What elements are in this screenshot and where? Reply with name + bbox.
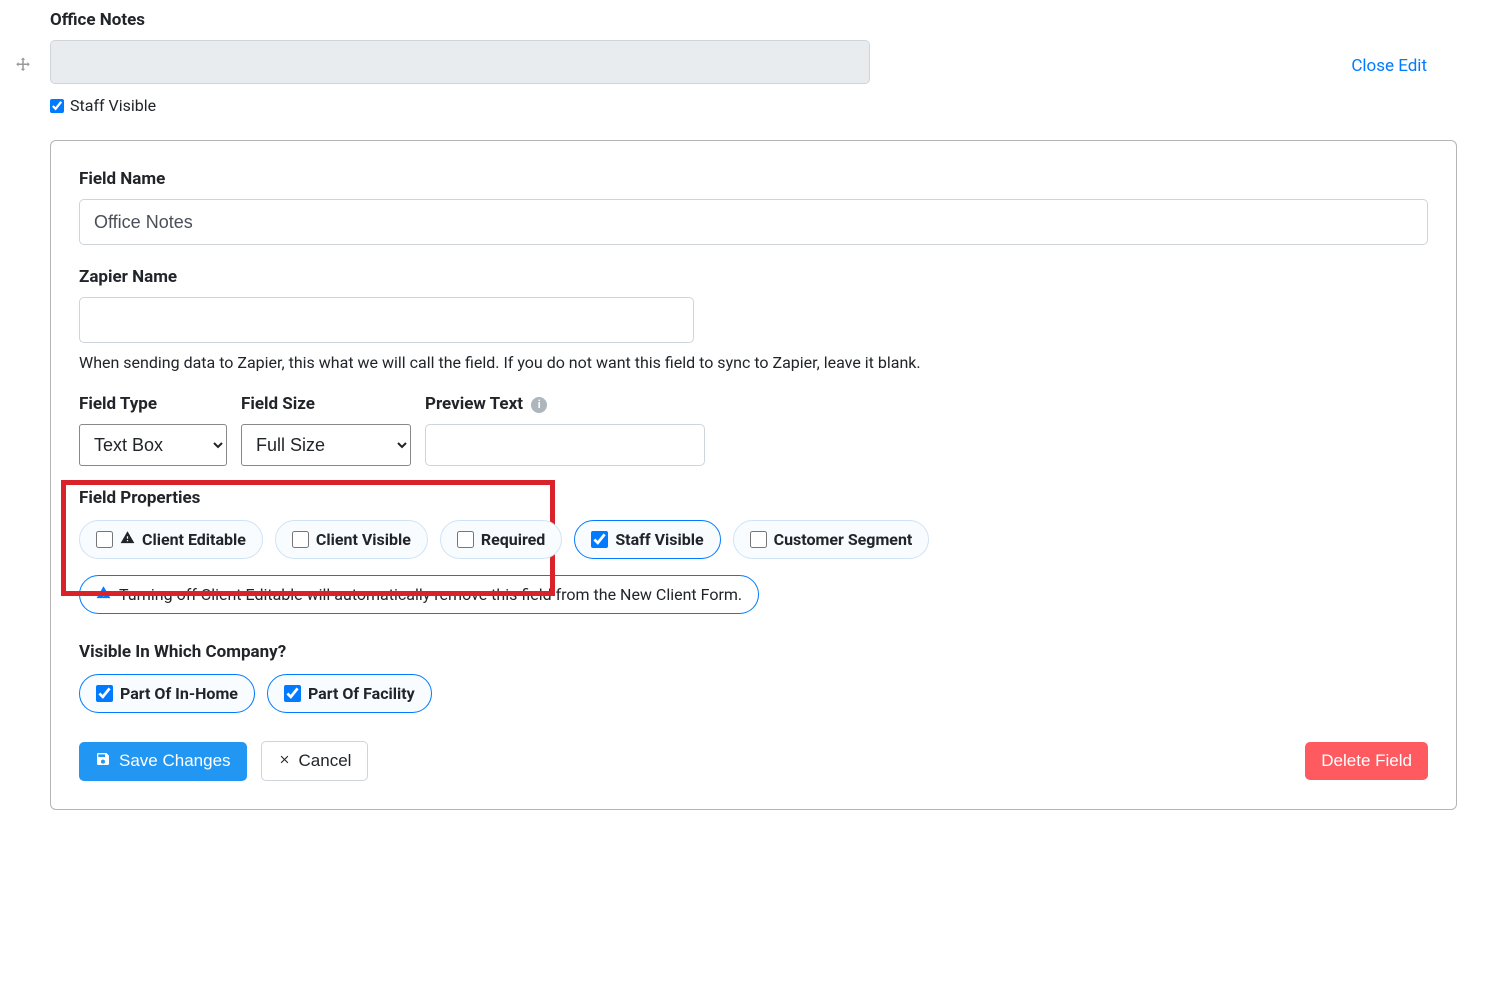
field-type-col: Field Type Text Box <box>79 394 227 466</box>
staff-visible-check-top[interactable]: Staff Visible <box>50 96 1457 115</box>
preview-text-input[interactable] <box>425 424 705 466</box>
customer-segment-checkbox[interactable] <box>750 531 767 548</box>
staff-visible-pill[interactable]: Staff Visible <box>574 520 720 559</box>
edit-panel: Field Name Zapier Name When sending data… <box>50 140 1457 810</box>
preview-text-label-text: Preview Text <box>425 394 523 414</box>
client-editable-pill[interactable]: Client Editable <box>79 520 263 559</box>
field-name-group: Field Name <box>79 169 1428 245</box>
save-button-label: Save Changes <box>119 751 231 771</box>
in-home-checkbox[interactable] <box>96 685 113 702</box>
field-size-label: Field Size <box>241 394 411 414</box>
delete-button-label: Delete Field <box>1321 751 1412 771</box>
zapier-name-group: Zapier Name When sending data to Zapier,… <box>79 267 1428 372</box>
save-button[interactable]: Save Changes <box>79 742 247 781</box>
cancel-button-label: Cancel <box>299 751 352 771</box>
cancel-button[interactable]: Cancel <box>261 741 369 781</box>
required-pill[interactable]: Required <box>440 520 562 559</box>
required-label: Required <box>481 530 545 549</box>
preview-text-label: Preview Text i <box>425 394 705 414</box>
zapier-name-label: Zapier Name <box>79 267 1428 287</box>
staff-visible-checkbox-top[interactable] <box>50 99 64 113</box>
zapier-help-text: When sending data to Zapier, this what w… <box>79 353 1428 372</box>
company-row: Part Of In-Home Part Of Facility <box>79 674 1428 713</box>
staff-visible-label: Staff Visible <box>615 530 703 549</box>
zapier-name-input[interactable] <box>79 297 694 343</box>
client-editable-label: Client Editable <box>142 530 246 549</box>
client-visible-checkbox[interactable] <box>292 531 309 548</box>
required-checkbox[interactable] <box>457 531 474 548</box>
field-name-input[interactable] <box>79 199 1428 245</box>
staff-visible-label-top: Staff Visible <box>70 96 156 115</box>
button-row: Save Changes Cancel Delete Field <box>79 741 1428 781</box>
staff-visible-checkbox[interactable] <box>591 531 608 548</box>
warning-text: Turning off Client Editable will automat… <box>119 585 742 604</box>
in-home-pill[interactable]: Part Of In-Home <box>79 674 255 713</box>
field-name-label: Field Name <box>79 169 1428 189</box>
facility-checkbox[interactable] <box>284 685 301 702</box>
drag-handle-icon[interactable] <box>14 56 32 78</box>
in-home-label: Part Of In-Home <box>120 684 238 703</box>
office-notes-input <box>50 40 870 84</box>
field-preview-section: Office Notes Close Edit Staff Visible <box>50 10 1457 115</box>
close-icon <box>278 751 291 771</box>
client-visible-pill[interactable]: Client Visible <box>275 520 428 559</box>
field-size-col: Field Size Full Size <box>241 394 411 466</box>
field-size-select[interactable]: Full Size <box>241 424 411 466</box>
preview-text-col: Preview Text i <box>425 394 705 466</box>
company-section-label: Visible In Which Company? <box>79 642 1428 662</box>
facility-pill[interactable]: Part Of Facility <box>267 674 432 713</box>
close-edit-link[interactable]: Close Edit <box>1351 56 1427 76</box>
warning-triangle-icon <box>96 585 111 604</box>
field-properties-section: Field Properties Client Editable Client … <box>79 488 1428 559</box>
client-editable-checkbox[interactable] <box>96 531 113 548</box>
field-type-select[interactable]: Text Box <box>79 424 227 466</box>
field-properties-label: Field Properties <box>79 488 1428 508</box>
customer-segment-label: Customer Segment <box>774 530 913 549</box>
field-type-label: Field Type <box>79 394 227 414</box>
customer-segment-pill[interactable]: Customer Segment <box>733 520 930 559</box>
field-properties-row: Client Editable Client Visible Required … <box>79 520 1428 559</box>
delete-button[interactable]: Delete Field <box>1305 742 1428 780</box>
type-size-row: Field Type Text Box Field Size Full Size… <box>79 394 1428 466</box>
client-visible-label: Client Visible <box>316 530 411 549</box>
office-notes-label: Office Notes <box>50 10 1457 30</box>
facility-label: Part Of Facility <box>308 684 415 703</box>
warning-icon <box>120 530 135 549</box>
info-icon[interactable]: i <box>531 397 547 413</box>
save-icon <box>95 751 111 772</box>
client-editable-warning: Turning off Client Editable will automat… <box>79 575 759 614</box>
